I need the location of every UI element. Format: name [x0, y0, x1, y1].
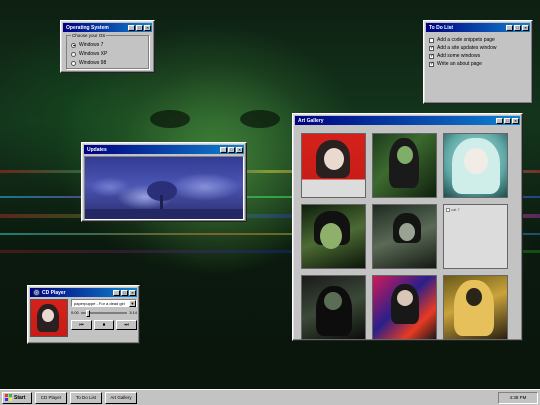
album-art	[30, 299, 68, 337]
wallpaper-eye-right	[240, 110, 280, 128]
todo-item[interactable]: ✓ Write an about page	[429, 60, 527, 68]
seek-thumb[interactable]	[86, 309, 91, 317]
window-minimize-icon[interactable]: _	[128, 24, 135, 31]
start-label: Start	[14, 394, 26, 401]
taskbar: Start CD Player To Do List Art Gallery 4…	[0, 389, 540, 405]
ground	[85, 209, 243, 219]
time-current: 0:00	[71, 310, 79, 315]
window-close-icon[interactable]: ×	[144, 24, 151, 31]
taskbar-item-art-gallery[interactable]: Art Gallery	[105, 391, 137, 404]
window-minimize-icon[interactable]: _	[496, 117, 503, 124]
window-maximize-icon[interactable]: □	[136, 24, 143, 31]
title-bar[interactable]: CD Player _ □ ×	[30, 288, 137, 297]
cd-disc-icon	[33, 289, 40, 296]
broken-image-alt: cat 7	[451, 207, 460, 212]
window-maximize-icon[interactable]: □	[228, 146, 235, 153]
taskbar-item-todo-list[interactable]: To Do List	[70, 391, 102, 404]
checkbox[interactable]: ✓	[429, 53, 434, 59]
seek-slider[interactable]	[80, 309, 128, 317]
os-option-label: Windows XP	[79, 51, 108, 57]
window-title: CD Player	[42, 289, 66, 296]
todo-item[interactable]: ✓ Add a site updates window	[429, 44, 527, 52]
checkbox[interactable]: ✓	[429, 45, 434, 51]
operating-system-window: Operating System _ □ × Choose your OS Wi…	[60, 20, 155, 73]
gallery-image[interactable]	[443, 275, 508, 340]
os-option[interactable]: Windows 7	[71, 41, 144, 49]
art-gallery-window: Art Gallery _ □ × cat 7	[292, 113, 523, 341]
windows-logo-icon	[5, 394, 12, 401]
todo-item-label: Add some windows	[437, 53, 481, 59]
updates-pixel-art-image	[84, 156, 244, 220]
window-maximize-icon[interactable]: □	[504, 117, 511, 124]
window-minimize-icon[interactable]: _	[113, 289, 120, 296]
gallery-image[interactable]	[443, 133, 508, 198]
window-close-icon[interactable]: ×	[512, 117, 519, 124]
os-legend: Choose your OS	[71, 33, 107, 38]
progress-row: 0:00 3:14	[71, 309, 137, 317]
os-option[interactable]: Windows 98	[71, 59, 144, 67]
window-close-icon[interactable]: ×	[522, 24, 529, 31]
gallery-grid: cat 7	[295, 128, 520, 345]
stop-button[interactable]: ⏹	[93, 320, 115, 330]
title-bar[interactable]: Art Gallery _ □ ×	[295, 116, 520, 125]
radio-button[interactable]	[71, 51, 76, 57]
chevron-down-icon[interactable]: ▼	[129, 299, 136, 307]
gallery-image[interactable]	[301, 204, 366, 269]
window-title: Art Gallery	[298, 117, 324, 124]
track-name: paperpuppe - For a dead girl	[74, 300, 125, 306]
todo-item[interactable]: Add a code snippets page	[429, 36, 527, 44]
taskbar-item-cd-player[interactable]: CD Player	[35, 391, 67, 404]
window-title: Operating System	[66, 24, 109, 31]
todo-item-label: Write an about page	[437, 61, 482, 67]
window-minimize-icon[interactable]: _	[220, 146, 227, 153]
system-tray: 4:38 PM	[498, 391, 538, 404]
os-fieldset: Choose your OS Windows 7 Windows XP Wind…	[66, 33, 149, 69]
previous-track-button[interactable]: ⏮	[71, 320, 92, 330]
window-close-icon[interactable]: ×	[129, 289, 136, 296]
clock: 4:38 PM	[509, 395, 527, 400]
time-total: 3:14	[129, 310, 137, 315]
gallery-image[interactable]	[301, 275, 366, 340]
wallpaper-eye-left	[150, 110, 190, 128]
todo-item[interactable]: ✓ Add some windows	[429, 52, 527, 60]
radio-button[interactable]	[71, 60, 76, 66]
checkbox[interactable]: ✓	[429, 61, 434, 67]
title-bar[interactable]: To Do List _ □ ×	[426, 23, 530, 32]
window-minimize-icon[interactable]: _	[506, 24, 513, 31]
track-select[interactable]: paperpuppe - For a dead girl ▼	[71, 299, 137, 307]
next-track-button[interactable]: ⏭	[116, 320, 138, 330]
cd-player-window: CD Player _ □ × paperpuppe - For a dead …	[27, 285, 140, 344]
radio-button[interactable]	[71, 42, 76, 48]
window-maximize-icon[interactable]: □	[121, 289, 128, 296]
window-title: To Do List	[429, 24, 454, 31]
todo-item-label: Add a site updates window	[437, 45, 497, 51]
title-bar[interactable]: Updates _ □ ×	[84, 145, 244, 154]
os-option[interactable]: Windows XP	[71, 50, 144, 58]
start-button[interactable]: Start	[2, 391, 32, 404]
todo-list: Add a code snippets page ✓ Add a site upda…	[426, 34, 530, 70]
checkbox[interactable]	[429, 37, 434, 43]
gallery-image[interactable]	[372, 133, 437, 198]
todo-list-window: To Do List _ □ × Add a code snippets pag…	[423, 20, 533, 104]
os-option-label: Windows 7	[79, 42, 104, 48]
broken-image-icon: cat 7	[446, 207, 460, 212]
window-close-icon[interactable]: ×	[236, 146, 243, 153]
os-option-label: Windows 98	[79, 60, 107, 66]
gallery-image[interactable]	[372, 275, 437, 340]
todo-item-label: Add a code snippets page	[437, 37, 495, 43]
window-maximize-icon[interactable]: □	[514, 24, 521, 31]
gallery-image[interactable]	[372, 204, 437, 269]
window-title: Updates	[87, 146, 107, 153]
gallery-image[interactable]	[301, 133, 366, 198]
updates-window: Updates _ □ ×	[81, 142, 247, 222]
title-bar[interactable]: Operating System _ □ ×	[63, 23, 152, 32]
gallery-broken-image[interactable]: cat 7	[443, 204, 508, 269]
